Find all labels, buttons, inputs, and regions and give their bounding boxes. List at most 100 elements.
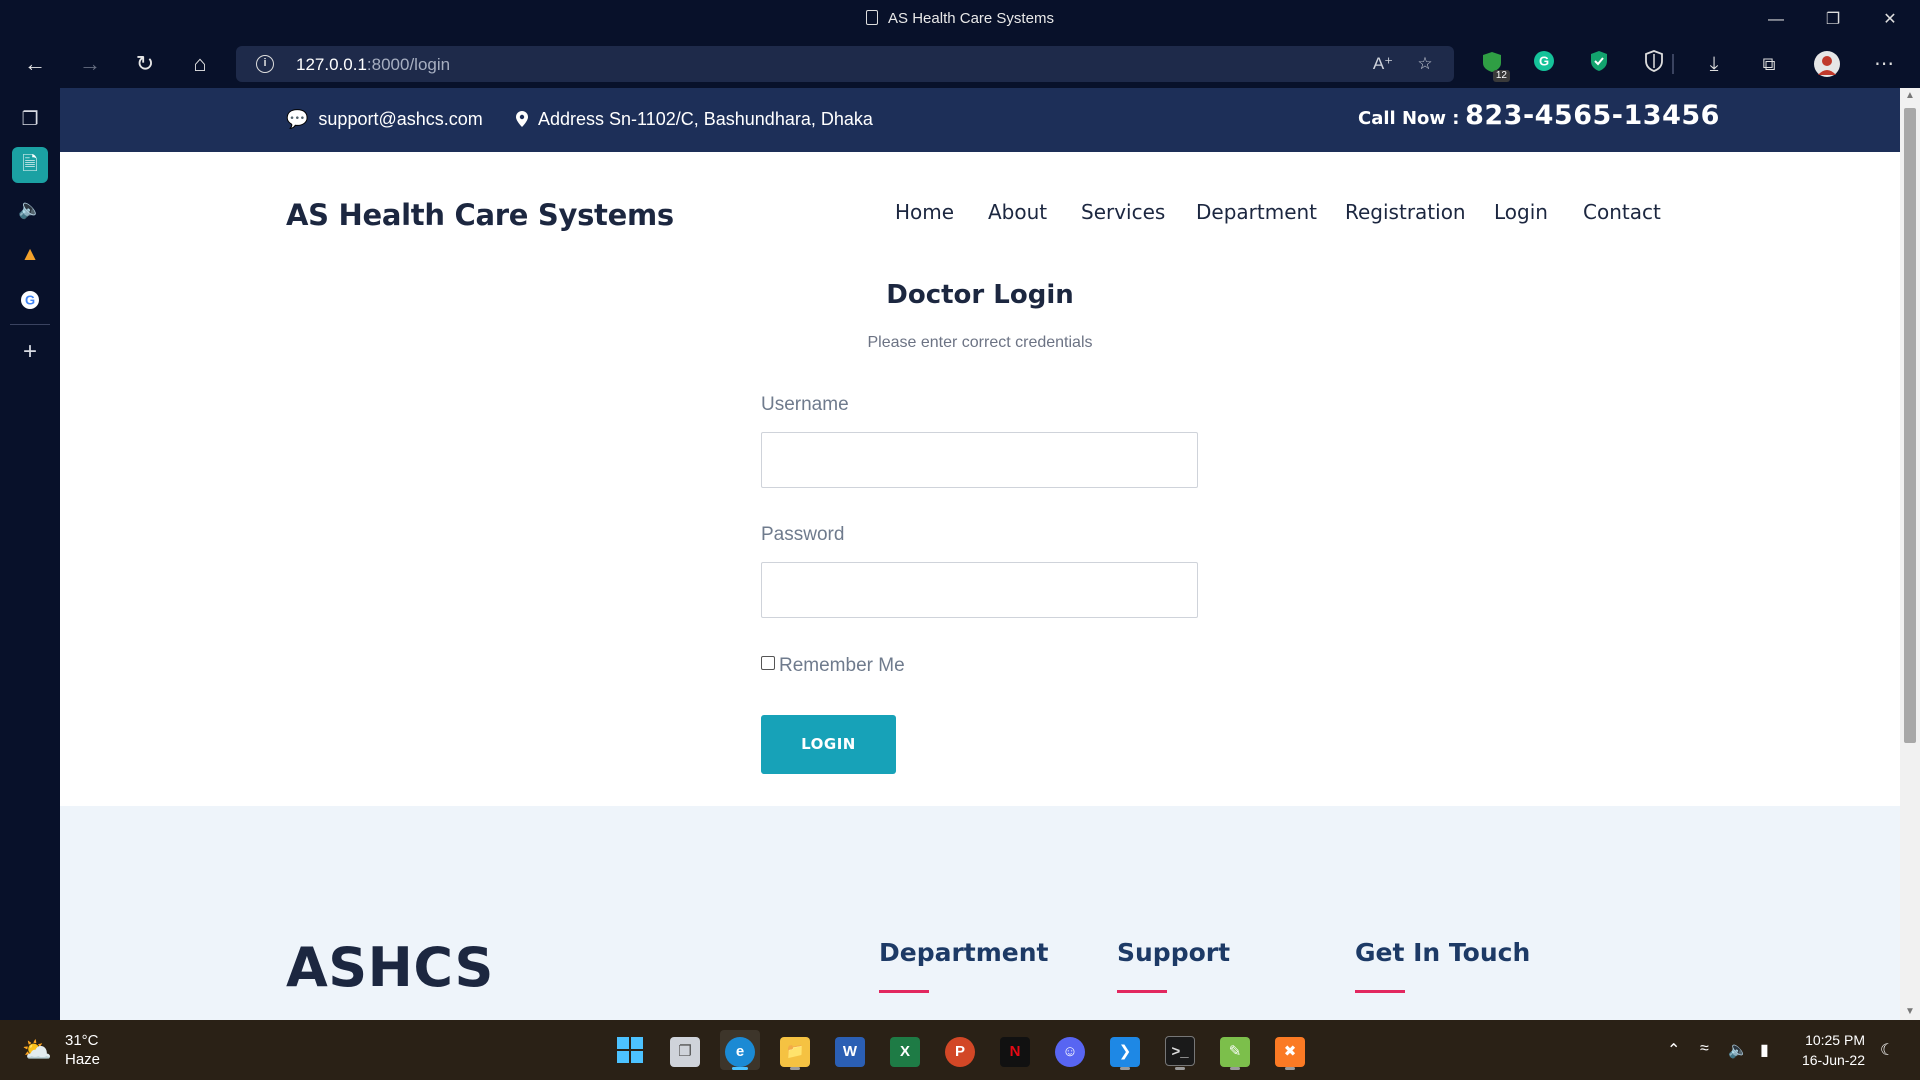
- taskbar-clock[interactable]: 10:25 PM 16-Jun-22: [1790, 1030, 1865, 1070]
- main-nav: Home About Services Department Registrat…: [60, 200, 1900, 230]
- page-scrollbar[interactable]: ▲ ▼: [1900, 88, 1920, 1020]
- footer-logo[interactable]: ASHCS: [286, 936, 494, 999]
- password-input[interactable]: [761, 562, 1198, 618]
- forward-button[interactable]: →: [73, 48, 107, 80]
- partly-cloudy-icon: ⛅: [22, 1037, 52, 1064]
- minimize-button[interactable]: —: [1761, 6, 1791, 34]
- google-glyph: G: [21, 291, 39, 309]
- username-label: Username: [761, 394, 849, 415]
- footer-department-underline: [879, 990, 929, 993]
- grammarly-glyph: G: [1534, 51, 1554, 71]
- footer-support-title: Support: [1117, 938, 1231, 967]
- nav-home[interactable]: Home: [895, 200, 954, 224]
- show-hidden-icons-chevron-icon[interactable]: ⌃: [1667, 1040, 1680, 1060]
- netflix-taskbar-icon[interactable]: N: [995, 1030, 1035, 1070]
- nav-department[interactable]: Department: [1196, 200, 1317, 224]
- topbar-address: Address Sn-1102/C, Bashundhara, Dhaka: [516, 109, 873, 130]
- read-aloud-icon[interactable]: A⁺: [1370, 52, 1396, 76]
- footer-contact-underline: [1355, 990, 1405, 993]
- remember-me-checkbox[interactable]: [761, 656, 775, 670]
- username-input[interactable]: [761, 432, 1198, 488]
- scrollbar-thumb[interactable]: [1904, 108, 1916, 743]
- word-icon: W: [835, 1037, 865, 1067]
- wifi-icon[interactable]: ≈: [1700, 1040, 1709, 1058]
- battery-icon[interactable]: ▮: [1760, 1040, 1769, 1060]
- extension-badge: 12: [1492, 70, 1510, 82]
- google-tab-icon[interactable]: G: [12, 282, 48, 318]
- scroll-up-arrow-icon[interactable]: ▲: [1904, 90, 1916, 102]
- home-button[interactable]: ⌂: [183, 48, 217, 80]
- nav-about[interactable]: About: [988, 200, 1047, 224]
- folder-icon: 📁: [780, 1037, 810, 1067]
- downloads-icon[interactable]: ⤓: [1700, 50, 1728, 78]
- nav-contact[interactable]: Contact: [1583, 200, 1661, 224]
- notepad-taskbar-icon[interactable]: ✎: [1215, 1030, 1255, 1070]
- tab-actions-icon[interactable]: ❐: [12, 102, 48, 138]
- address-text: Address Sn-1102/C, Bashundhara, Dhaka: [538, 109, 873, 129]
- brave-shield-icon[interactable]: [1640, 50, 1668, 78]
- terminal-taskbar-icon[interactable]: >_: [1160, 1030, 1200, 1070]
- windows-logo-icon: [617, 1037, 643, 1063]
- nav-registration[interactable]: Registration: [1345, 200, 1466, 224]
- start-button[interactable]: [610, 1030, 650, 1070]
- call-now-label: Call Now :: [1358, 108, 1460, 129]
- edge-taskbar-icon[interactable]: e: [720, 1030, 760, 1070]
- profile-avatar-glyph: [1814, 51, 1840, 77]
- sidebar-divider: [10, 324, 50, 325]
- discord-taskbar-icon[interactable]: ☺: [1050, 1030, 1090, 1070]
- file-explorer-taskbar-icon[interactable]: 📁: [775, 1030, 815, 1070]
- topbar-email[interactable]: 💬 support@ashcs.com: [286, 109, 483, 130]
- powerpoint-taskbar-icon[interactable]: P: [940, 1030, 980, 1070]
- footer-department-title: Department: [879, 938, 1049, 967]
- close-window-button[interactable]: ✕: [1875, 6, 1905, 34]
- running-indicator: [1230, 1067, 1240, 1070]
- back-button[interactable]: ←: [18, 48, 52, 80]
- restore-button[interactable]: ❐: [1818, 6, 1848, 34]
- running-indicator: [1120, 1067, 1130, 1070]
- excel-taskbar-icon[interactable]: X: [885, 1030, 925, 1070]
- page-viewport: 💬 support@ashcs.com Address Sn-1102/C, Ba…: [60, 88, 1900, 1020]
- xampp-taskbar-icon[interactable]: ✖: [1270, 1030, 1310, 1070]
- nav-login[interactable]: Login: [1494, 200, 1548, 224]
- new-tab-plus-icon[interactable]: +: [12, 334, 48, 370]
- word-taskbar-icon[interactable]: W: [830, 1030, 870, 1070]
- vscode-taskbar-icon[interactable]: ❯: [1105, 1030, 1145, 1070]
- volume-icon[interactable]: 🔈: [1728, 1040, 1748, 1060]
- security-extension-icon[interactable]: [1585, 50, 1613, 78]
- login-title: Doctor Login: [886, 280, 1074, 310]
- pinned-site-icon[interactable]: ▲: [12, 237, 48, 273]
- running-indicator: [1285, 1067, 1295, 1070]
- windows-taskbar: ⛅ 31°C Haze ❐ e 📁 W X P N ☺ ❯ >_ ✎ ✖ ⌃ ≈…: [0, 1020, 1920, 1080]
- remember-me[interactable]: Remember Me: [761, 655, 905, 677]
- excel-icon: X: [890, 1037, 920, 1067]
- topbar-call[interactable]: Call Now : 823-4565-13456: [1358, 100, 1720, 131]
- clock-time: 10:25 PM: [1805, 1032, 1865, 1048]
- phone-number[interactable]: 823-4565-13456: [1465, 100, 1720, 131]
- powerpoint-icon: P: [945, 1037, 975, 1067]
- profile-avatar[interactable]: [1813, 50, 1841, 78]
- task-view-button[interactable]: ❐: [665, 1030, 705, 1070]
- browser-sidebar: ❐ 🗎 🔈 ▲ G +: [0, 88, 60, 1020]
- terminal-icon: >_: [1165, 1036, 1195, 1066]
- active-tab-document-icon[interactable]: 🗎: [12, 147, 48, 183]
- grammarly-icon[interactable]: G: [1530, 50, 1558, 78]
- add-favorite-icon[interactable]: ☆: [1412, 52, 1438, 76]
- extension-shield-icon[interactable]: 12: [1478, 50, 1510, 82]
- nav-services[interactable]: Services: [1081, 200, 1165, 224]
- running-indicator: [790, 1067, 800, 1070]
- refresh-button[interactable]: ↻: [128, 48, 162, 80]
- password-label: Password: [761, 524, 845, 545]
- vscode-icon: ❯: [1110, 1037, 1140, 1067]
- collections-icon[interactable]: ⧉: [1755, 50, 1783, 78]
- focus-assist-moon-icon[interactable]: ☾: [1880, 1040, 1894, 1060]
- url-text[interactable]: 127.0.0.1:8000/login: [296, 55, 450, 75]
- discord-icon: ☺: [1055, 1037, 1085, 1067]
- window-title: AS Health Care Systems: [0, 10, 1920, 27]
- audio-tab-icon[interactable]: 🔈: [12, 192, 48, 228]
- scroll-down-arrow-icon[interactable]: ▼: [1904, 1006, 1916, 1018]
- more-options-icon[interactable]: ⋯: [1870, 50, 1898, 78]
- login-button[interactable]: LOGIN: [761, 715, 896, 774]
- address-bar[interactable]: i 127.0.0.1:8000/login A⁺ ☆: [236, 46, 1454, 82]
- security-extension-glyph: [1591, 51, 1607, 71]
- site-info-icon[interactable]: i: [256, 55, 274, 73]
